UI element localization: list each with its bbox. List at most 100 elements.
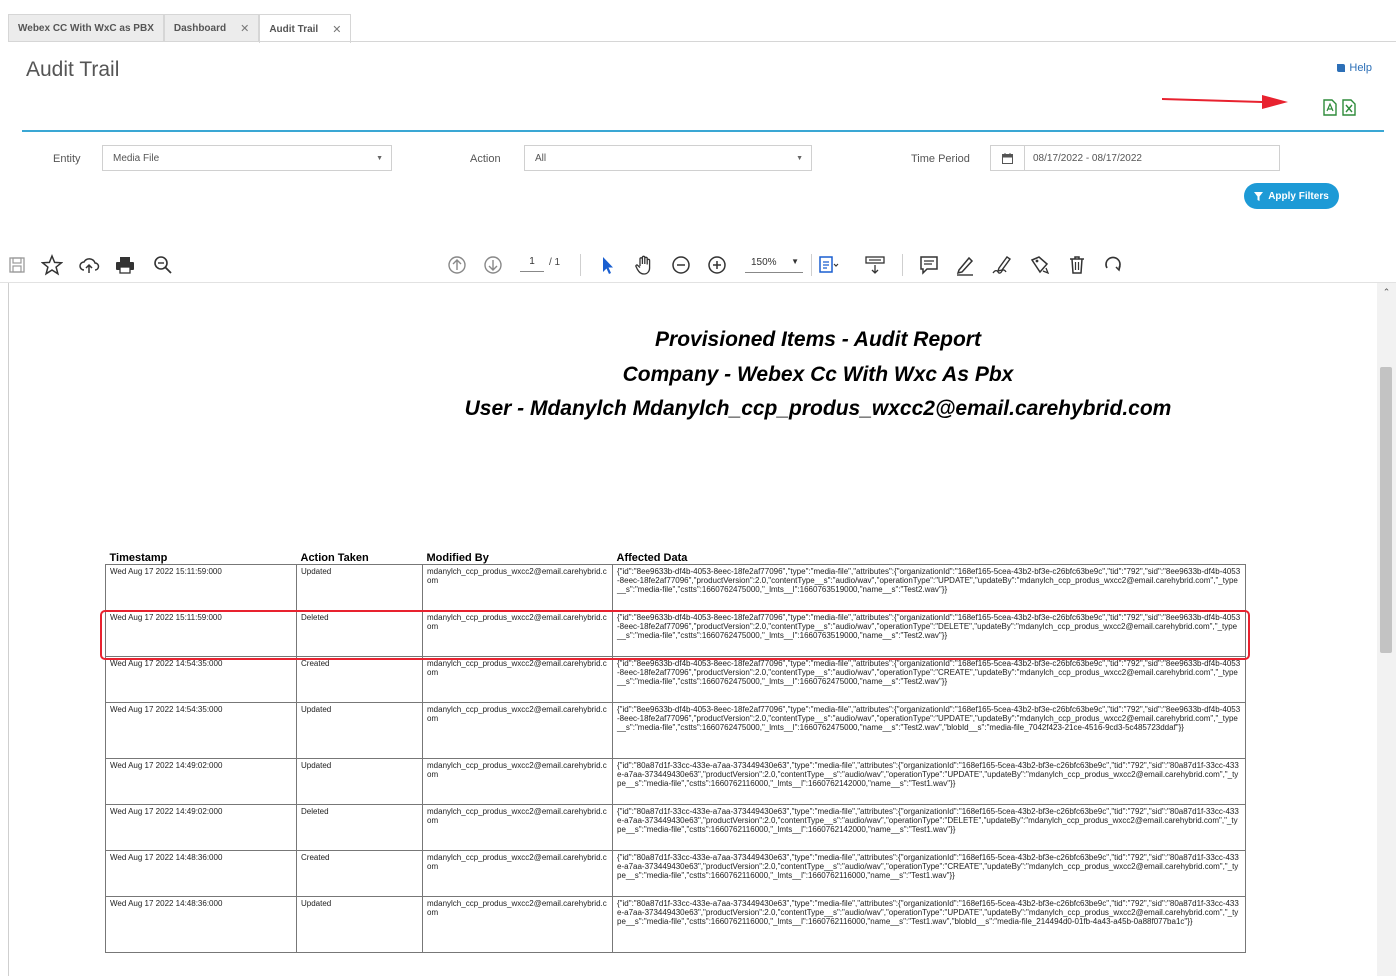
tab-dashboard[interactable]: Dashboard ✕ bbox=[163, 14, 260, 42]
filter-icon bbox=[1254, 191, 1264, 201]
zoom-out-icon[interactable] bbox=[670, 254, 692, 276]
close-icon[interactable]: ✕ bbox=[332, 23, 341, 36]
sign-icon[interactable] bbox=[991, 254, 1013, 276]
filter-panel: Entity Media File ▼ Action All ▼ Time Pe… bbox=[22, 130, 1384, 220]
report-company: Company - Webex Cc With Wxc As Pbx bbox=[622, 363, 1014, 386]
action-select[interactable]: All ▼ bbox=[524, 145, 812, 171]
cell-timestamp: Wed Aug 17 2022 14:54:35:000 bbox=[105, 701, 297, 759]
rotate-icon[interactable] bbox=[1102, 254, 1124, 276]
table-row: Wed Aug 17 2022 14:49:02:000 Updated mda… bbox=[105, 757, 1246, 805]
table-row: Wed Aug 17 2022 14:49:02:000 Deleted mda… bbox=[105, 803, 1246, 851]
text-select-icon[interactable] bbox=[864, 254, 886, 276]
page-number-input[interactable]: 1 bbox=[520, 256, 544, 272]
audit-table: Timestamp Action Taken Modified By Affec… bbox=[105, 548, 1246, 953]
red-highlight-annotation bbox=[100, 610, 1250, 660]
cell-timestamp: Wed Aug 17 2022 14:49:02:000 bbox=[105, 757, 297, 805]
close-icon[interactable]: ✕ bbox=[240, 22, 249, 35]
excel-export-icon[interactable] bbox=[1342, 99, 1356, 116]
column-header-modified-by: Modified By bbox=[426, 551, 489, 564]
caret-down-icon: ▼ bbox=[376, 155, 383, 162]
apply-filters-button[interactable]: Apply Filters bbox=[1244, 183, 1339, 209]
cell-timestamp: Wed Aug 17 2022 14:48:36:000 bbox=[105, 895, 297, 953]
delete-icon[interactable] bbox=[1066, 254, 1088, 276]
tab-audit-trail[interactable]: Audit Trail ✕ bbox=[259, 14, 352, 43]
page-title: Audit Trail bbox=[26, 58, 120, 81]
cell-action: Updated bbox=[296, 563, 423, 611]
cell-action: Updated bbox=[296, 701, 423, 759]
search-icon[interactable] bbox=[152, 254, 174, 276]
calendar-icon bbox=[991, 146, 1025, 170]
toolbar-divider bbox=[811, 254, 812, 276]
tab-webex-cc[interactable]: Webex CC With WxC as PBX bbox=[8, 14, 164, 42]
help-label: Help bbox=[1349, 62, 1372, 74]
table-header: Timestamp Action Taken Modified By Affec… bbox=[106, 548, 1246, 564]
report-title: Provisioned Items - Audit Report bbox=[655, 328, 981, 351]
cell-affected-data: {"id":"8ee9633b-df4b-4053-8eec-18fe2af77… bbox=[612, 563, 1246, 611]
tab-label: Dashboard bbox=[173, 23, 227, 34]
vertical-scrollbar[interactable]: ⌃ bbox=[1377, 283, 1396, 976]
toolbar-divider bbox=[902, 254, 903, 276]
cell-modified-by: mdanylch_ccp_produs_wxcc2@email.carehybr… bbox=[422, 563, 613, 611]
stamp-icon[interactable] bbox=[1029, 254, 1051, 276]
table-row: Wed Aug 17 2022 15:11:59:000 Updated mda… bbox=[105, 563, 1246, 611]
cell-timestamp: Wed Aug 17 2022 14:49:02:000 bbox=[105, 803, 297, 851]
fit-page-icon[interactable] bbox=[817, 254, 839, 276]
cell-action: Created bbox=[296, 849, 423, 897]
cell-affected-data: {"id":"80a87d1f-33cc-433e-a7aa-373449430… bbox=[612, 803, 1246, 851]
comment-icon[interactable] bbox=[918, 254, 940, 276]
highlight-pen-icon[interactable] bbox=[954, 254, 976, 276]
table-row: Wed Aug 17 2022 14:54:35:000 Updated mda… bbox=[105, 701, 1246, 759]
zoom-in-icon[interactable] bbox=[706, 254, 728, 276]
cell-affected-data: {"id":"8ee9633b-df4b-4053-8eec-18fe2af77… bbox=[612, 655, 1246, 703]
export-buttons bbox=[1323, 99, 1356, 116]
cell-modified-by: mdanylch_ccp_produs_wxcc2@email.carehybr… bbox=[422, 757, 613, 805]
entity-label: Entity bbox=[53, 153, 81, 165]
cell-action: Deleted bbox=[296, 803, 423, 851]
cell-timestamp: Wed Aug 17 2022 14:48:36:000 bbox=[105, 849, 297, 897]
cell-affected-data: {"id":"8ee9633b-df4b-4053-8eec-18fe2af77… bbox=[612, 701, 1246, 759]
action-label: Action bbox=[470, 153, 501, 165]
tab-bar: Webex CC With WxC as PBX Dashboard ✕ Aud… bbox=[8, 14, 352, 43]
action-value: All bbox=[535, 153, 547, 164]
cloud-upload-icon[interactable] bbox=[78, 254, 100, 276]
cell-timestamp: Wed Aug 17 2022 15:11:59:000 bbox=[105, 563, 297, 611]
zoom-select[interactable]: 150% ▼ bbox=[745, 255, 803, 273]
cell-modified-by: mdanylch_ccp_produs_wxcc2@email.carehybr… bbox=[422, 701, 613, 759]
pdf-toolbar: 1 / 1 150% ▼ bbox=[0, 246, 1396, 283]
select-cursor-icon[interactable] bbox=[596, 254, 618, 276]
page-up-icon[interactable] bbox=[446, 254, 468, 276]
page-down-icon[interactable] bbox=[482, 254, 504, 276]
entity-select[interactable]: Media File ▼ bbox=[102, 145, 392, 171]
cell-affected-data: {"id":"80a87d1f-33cc-433e-a7aa-373449430… bbox=[612, 895, 1246, 953]
toolbar-divider bbox=[580, 254, 581, 276]
caret-down-icon: ▼ bbox=[791, 257, 799, 266]
app-header: Webex CC With WxC as PBX Dashboard ✕ Aud… bbox=[0, 0, 1396, 220]
document-edge bbox=[8, 283, 9, 976]
table-row: Wed Aug 17 2022 14:54:35:000 Created mda… bbox=[105, 655, 1246, 703]
cell-action: Updated bbox=[296, 895, 423, 953]
cell-modified-by: mdanylch_ccp_produs_wxcc2@email.carehybr… bbox=[422, 803, 613, 851]
caret-down-icon: ▼ bbox=[796, 155, 803, 162]
scroll-thumb[interactable] bbox=[1380, 367, 1392, 653]
hand-tool-icon[interactable] bbox=[633, 254, 655, 276]
table-row: Wed Aug 17 2022 14:48:36:000 Created mda… bbox=[105, 849, 1246, 897]
print-icon[interactable] bbox=[114, 254, 136, 276]
bookmark-star-icon[interactable] bbox=[41, 254, 63, 276]
page-total: / 1 bbox=[549, 257, 561, 268]
cell-timestamp: Wed Aug 17 2022 14:54:35:000 bbox=[105, 655, 297, 703]
cell-action: Created bbox=[296, 655, 423, 703]
scroll-up-icon[interactable]: ⌃ bbox=[1377, 287, 1396, 299]
entity-value: Media File bbox=[113, 153, 160, 164]
time-period-input[interactable]: 08/17/2022 - 08/17/2022 bbox=[990, 145, 1280, 171]
pdf-export-icon[interactable] bbox=[1323, 99, 1337, 116]
book-icon bbox=[1337, 64, 1346, 72]
tab-label: Webex CC With WxC as PBX bbox=[18, 23, 154, 34]
time-period-label: Time Period bbox=[911, 153, 970, 165]
red-arrow-annotation bbox=[1162, 95, 1288, 109]
help-link[interactable]: Help bbox=[1336, 62, 1372, 74]
cell-modified-by: mdanylch_ccp_produs_wxcc2@email.carehybr… bbox=[422, 849, 613, 897]
table-row: Wed Aug 17 2022 14:48:36:000 Updated mda… bbox=[105, 895, 1246, 953]
zoom-value: 150% bbox=[751, 257, 777, 268]
cell-affected-data: {"id":"80a87d1f-33cc-433e-a7aa-373449430… bbox=[612, 757, 1246, 805]
save-icon[interactable] bbox=[6, 254, 28, 276]
